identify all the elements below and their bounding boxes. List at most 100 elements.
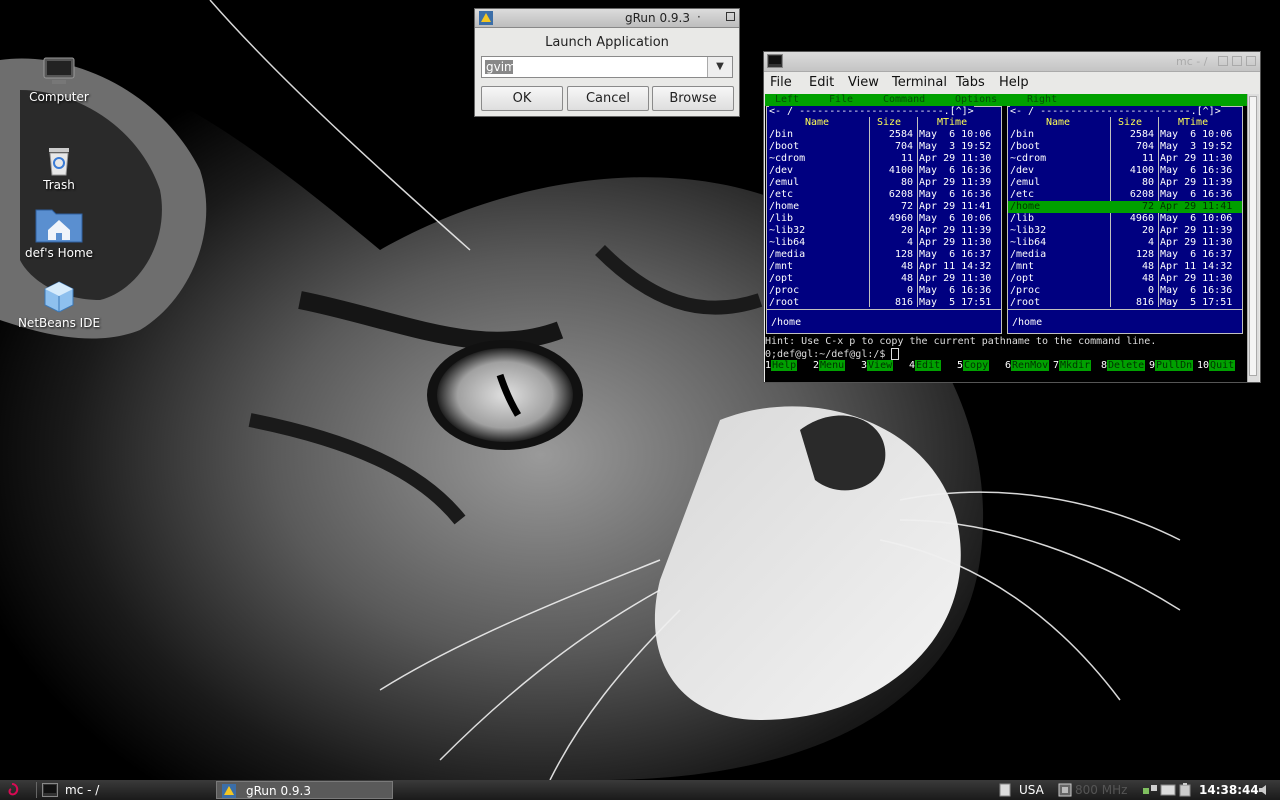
file-row[interactable]: /emul 80 Apr 29 11:39 <box>1008 177 1242 189</box>
file-size: 4100 <box>888 165 913 176</box>
mc-right-panel[interactable]: <- / -------------------------.[^]> Name… <box>1007 106 1243 334</box>
command-combobox[interactable]: ▼ <box>481 56 733 78</box>
file-row[interactable]: /mnt 48 Apr 11 14:32 <box>1008 261 1242 273</box>
file-size: 0 <box>906 285 913 296</box>
mc-menu-left[interactable]: Left <box>775 94 799 106</box>
fkey-edit[interactable]: 4Edit <box>909 360 942 372</box>
fkey-delete[interactable]: 8Delete <box>1101 360 1146 372</box>
chevron-down-icon[interactable]: ▼ <box>707 57 732 77</box>
file-name: /proc <box>1010 285 1041 296</box>
file-name: /etc <box>769 189 794 200</box>
terminal-menubar: File Edit View Terminal Tabs Help <box>764 72 1260 94</box>
file-row[interactable]: /dev 4100 May 6 16:36 <box>1008 165 1242 177</box>
file-row[interactable]: /opt 48 Apr 29 11:30 <box>767 273 1001 285</box>
fkey-view[interactable]: 3View <box>861 360 894 372</box>
file-row[interactable]: /boot 704 May 3 19:52 <box>1008 141 1242 153</box>
grun-title: gRun 0.9.3 <box>625 11 690 25</box>
menu-view[interactable]: View <box>848 75 879 90</box>
file-row[interactable]: ~lib32 20 Apr 29 11:39 <box>1008 225 1242 237</box>
file-size: 48 <box>900 273 913 284</box>
file-row[interactable]: /home 72 Apr 29 11:41 <box>1008 201 1242 213</box>
file-size: 80 <box>900 177 913 188</box>
file-row[interactable]: /media 128 May 6 16:37 <box>1008 249 1242 261</box>
close-icon[interactable] <box>1246 56 1256 66</box>
file-row[interactable]: /root 816 May 5 17:51 <box>1008 297 1242 309</box>
fkey-menu[interactable]: 2Menu <box>813 360 846 372</box>
terminal-titlebar[interactable]: mc - / <box>764 52 1260 72</box>
file-row[interactable]: /root 816 May 5 17:51 <box>767 297 1001 309</box>
fkey-copy[interactable]: 5Copy <box>957 360 990 372</box>
clipboard-icon[interactable] <box>999 783 1011 797</box>
file-row[interactable]: /proc 0 May 6 16:36 <box>1008 285 1242 297</box>
taskbar-task-mc[interactable]: mc - / <box>40 781 212 799</box>
fkey-renmov[interactable]: 6RenMov <box>1005 360 1050 372</box>
mc-menu-options[interactable]: Options <box>955 94 997 106</box>
desktop-icon-netbeans[interactable]: NetBeans IDE <box>14 280 104 330</box>
keyboard-layout-indicator[interactable]: USA <box>1019 780 1044 800</box>
fkey-mkdir[interactable]: 7Mkdir <box>1053 360 1092 372</box>
file-row[interactable]: /lib 4960 May 6 10:06 <box>767 213 1001 225</box>
file-mtime: Apr 29 11:30 <box>1160 273 1233 284</box>
file-row[interactable]: /home 72 Apr 29 11:41 <box>767 201 1001 213</box>
menu-help[interactable]: Help <box>999 75 1029 90</box>
maximize-icon[interactable] <box>726 12 735 21</box>
menu-terminal[interactable]: Terminal <box>892 75 947 90</box>
minimize-icon[interactable] <box>1218 56 1228 66</box>
file-row[interactable]: ~cdrom 11 Apr 29 11:30 <box>767 153 1001 165</box>
file-name: /bin <box>769 129 794 140</box>
menu-file[interactable]: File <box>770 75 792 90</box>
file-row[interactable]: /etc 6208 May 6 16:36 <box>1008 189 1242 201</box>
update-icon[interactable] <box>1160 782 1176 798</box>
mc-menu-file[interactable]: File <box>829 94 853 106</box>
mc-menu-right[interactable]: Right <box>1027 94 1057 106</box>
desktop-icon-home[interactable]: def's Home <box>14 204 104 260</box>
file-row[interactable]: /emul 80 Apr 29 11:39 <box>767 177 1001 189</box>
file-row[interactable]: /bin 2584 May 6 10:06 <box>1008 129 1242 141</box>
grun-titlebar[interactable]: gRun 0.9.3 · <box>475 9 739 28</box>
desktop-icon-computer[interactable]: Computer <box>14 56 104 104</box>
debian-menu-icon[interactable] <box>3 782 19 798</box>
mc-left-panel[interactable]: <- / ------------------------.[^]> Name … <box>766 106 1002 334</box>
volume-icon[interactable] <box>1258 783 1272 797</box>
file-row[interactable]: ~lib64 4 Apr 29 11:30 <box>767 237 1001 249</box>
column-header-mtime: MTime <box>1178 117 1209 128</box>
battery-icon[interactable] <box>1178 782 1194 798</box>
column-header-name: Name <box>1046 117 1071 128</box>
menu-edit[interactable]: Edit <box>809 75 834 90</box>
taskbar-task-grun[interactable]: gRun 0.9.3 <box>216 781 393 799</box>
scrollbar-thumb[interactable] <box>1249 96 1257 376</box>
mc-function-key-bar: 1Help 2Menu 3View 4Edit 5Copy 6RenMov 7Mkdir 8D… <box>765 360 1247 372</box>
file-row[interactable]: /proc 0 May 6 16:36 <box>767 285 1001 297</box>
menu-tabs[interactable]: Tabs <box>956 75 985 90</box>
netbeans-cube-icon <box>44 281 74 313</box>
browse-button[interactable]: Browse <box>652 86 734 111</box>
fkey-pulldn[interactable]: 9PullDn <box>1149 360 1194 372</box>
window-menu-icon[interactable]: · <box>697 10 701 24</box>
cancel-button[interactable]: Cancel <box>567 86 649 111</box>
file-row[interactable]: ~cdrom 11 Apr 29 11:30 <box>1008 153 1242 165</box>
network-icon[interactable] <box>1142 782 1158 798</box>
file-row[interactable]: /dev 4100 May 6 16:36 <box>767 165 1001 177</box>
file-row[interactable]: /media 128 May 6 16:37 <box>767 249 1001 261</box>
file-row[interactable]: ~lib32 20 Apr 29 11:39 <box>767 225 1001 237</box>
file-row[interactable]: ~lib64 4 Apr 29 11:30 <box>1008 237 1242 249</box>
file-row[interactable]: /boot 704 May 3 19:52 <box>767 141 1001 153</box>
monitor-icon <box>43 57 75 84</box>
file-size: 72 <box>1141 201 1154 212</box>
file-row[interactable]: /lib 4960 May 6 10:06 <box>1008 213 1242 225</box>
terminal-screen[interactable]: Left File Command Options Right <- / ---… <box>765 94 1247 382</box>
clock[interactable]: 14:38:44 <box>1199 780 1259 800</box>
command-input[interactable] <box>482 57 708 77</box>
fkey-help[interactable]: 1Help <box>765 360 798 372</box>
desktop-icon-trash[interactable]: Trash <box>14 144 104 192</box>
file-row[interactable]: /bin 2584 May 6 10:06 <box>767 129 1001 141</box>
file-row[interactable]: /etc 6208 May 6 16:36 <box>767 189 1001 201</box>
file-row[interactable]: /mnt 48 Apr 11 14:32 <box>767 261 1001 273</box>
ok-button[interactable]: OK <box>481 86 563 111</box>
file-name: ~lib32 <box>1010 225 1047 236</box>
fkey-quit[interactable]: 10Quit <box>1197 360 1236 372</box>
mc-menu-command[interactable]: Command <box>883 94 925 106</box>
maximize-icon[interactable] <box>1232 56 1242 66</box>
terminal-scrollbar[interactable] <box>1247 94 1259 382</box>
file-row[interactable]: /opt 48 Apr 29 11:30 <box>1008 273 1242 285</box>
